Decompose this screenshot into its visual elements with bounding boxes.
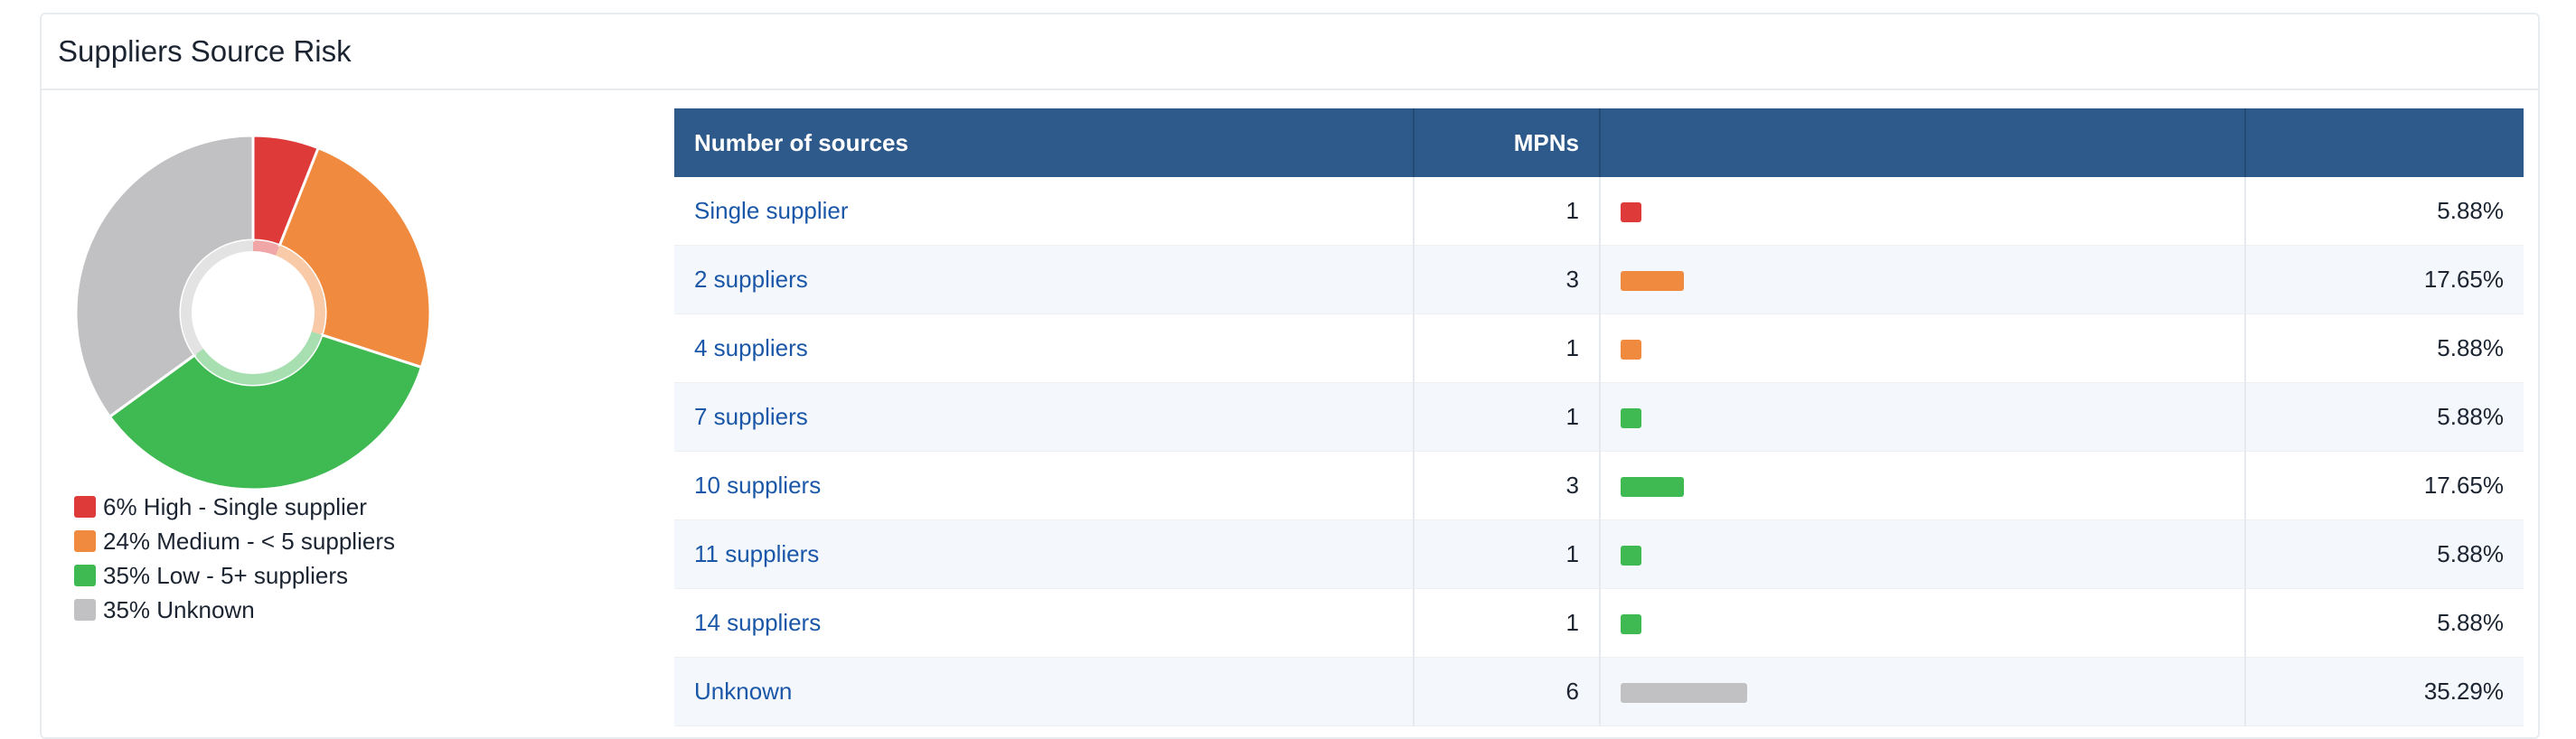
table-row: 7 suppliers 1 5.88% (674, 382, 2524, 452)
share-bar (1621, 202, 1641, 223)
percent-cell: 5.88% (2245, 588, 2524, 658)
source-count-cell: 10 suppliers (674, 451, 1415, 520)
percent-cell: 5.88% (2245, 382, 2524, 452)
source-count-cell: 14 suppliers (674, 588, 1415, 658)
bar-cell (1600, 519, 2246, 589)
source-count-cell: Unknown (674, 657, 1415, 726)
mpns-cell: 6 (1414, 657, 1601, 726)
share-bar (1621, 546, 1641, 566)
legend-label: 35% Unknown (103, 595, 255, 623)
donut-chart-area: 6% High - Single supplier 24% Medium - < … (42, 90, 674, 723)
mpns-cell: 1 (1414, 313, 1601, 383)
share-bar (1621, 340, 1641, 360)
mpns-cell: 1 (1414, 588, 1601, 658)
legend-item[interactable]: 35% Low - 5+ suppliers (74, 558, 395, 593)
source-count-cell: Single supplier (674, 177, 1415, 246)
source-count-cell: 11 suppliers (674, 519, 1415, 589)
legend-label: 24% Medium - < 5 suppliers (103, 527, 395, 555)
legend-label: 35% Low - 5+ suppliers (103, 561, 348, 589)
bar-cell (1600, 588, 2246, 658)
table-row: 11 suppliers 1 5.88% (674, 519, 2524, 589)
percent-cell: 17.65% (2245, 245, 2524, 314)
percent-cell: 35.29% (2245, 657, 2524, 726)
mpns-cell: 1 (1414, 177, 1601, 246)
source-count-link[interactable]: 11 suppliers (694, 540, 819, 567)
legend-item[interactable]: 35% Unknown (74, 593, 395, 627)
bar-cell (1600, 245, 2246, 314)
legend-item[interactable]: 6% High - Single supplier (74, 490, 395, 524)
share-bar (1621, 271, 1684, 292)
sources-table: Number of sources MPNs Single supplier 1 5… (674, 108, 2524, 726)
legend-swatch (74, 496, 96, 518)
share-bar (1621, 408, 1641, 429)
legend-swatch (74, 565, 96, 586)
mpns-cell: 1 (1414, 382, 1601, 452)
source-count-link[interactable]: 2 suppliers (694, 266, 808, 293)
source-count-link[interactable]: Single supplier (694, 197, 849, 224)
source-count-cell: 4 suppliers (674, 313, 1415, 383)
source-count-cell: 2 suppliers (674, 245, 1415, 314)
column-header-bar (1600, 108, 2246, 177)
percent-cell: 5.88% (2245, 519, 2524, 589)
bar-cell (1600, 382, 2246, 452)
mpns-cell: 1 (1414, 519, 1601, 589)
legend-item[interactable]: 24% Medium - < 5 suppliers (74, 524, 395, 558)
panel-header: Suppliers Source Risk (42, 14, 2538, 90)
suppliers-source-risk-panel: Suppliers Source Risk 6% High - Single s… (40, 13, 2540, 739)
legend-label: 6% High - Single supplier (103, 492, 367, 520)
table-header-row: Number of sources MPNs (674, 108, 2524, 177)
table-row: Single supplier 1 5.88% (674, 177, 2524, 246)
source-count-cell: 7 suppliers (674, 382, 1415, 452)
share-bar (1621, 683, 1747, 704)
percent-cell: 5.88% (2245, 313, 2524, 383)
share-bar (1621, 614, 1641, 635)
bar-cell (1600, 451, 2246, 520)
column-header-mpns[interactable]: MPNs (1414, 108, 1601, 177)
table-row: 14 suppliers 1 5.88% (674, 588, 2524, 658)
mpns-cell: 3 (1414, 451, 1601, 520)
legend-swatch (74, 530, 96, 552)
share-bar (1621, 477, 1684, 498)
source-count-link[interactable]: 4 suppliers (694, 334, 808, 361)
percent-cell: 5.88% (2245, 177, 2524, 246)
table-row: 2 suppliers 3 17.65% (674, 245, 2524, 314)
source-count-link[interactable]: 7 suppliers (694, 403, 808, 430)
mpns-cell: 3 (1414, 245, 1601, 314)
column-header-percent (2245, 108, 2524, 177)
source-count-link[interactable]: 14 suppliers (694, 609, 821, 636)
table-row: 10 suppliers 3 17.65% (674, 451, 2524, 520)
bar-cell (1600, 177, 2246, 246)
source-count-link[interactable]: Unknown (694, 678, 792, 705)
legend-swatch (74, 599, 96, 621)
table-row: Unknown 6 35.29% (674, 657, 2524, 726)
column-header-sources[interactable]: Number of sources (674, 108, 1415, 177)
bar-cell (1600, 313, 2246, 383)
chart-legend: 6% High - Single supplier 24% Medium - < … (74, 490, 395, 627)
bar-cell (1600, 657, 2246, 726)
panel-title: Suppliers Source Risk (58, 34, 352, 68)
table-row: 4 suppliers 1 5.88% (674, 313, 2524, 383)
source-count-link[interactable]: 10 suppliers (694, 472, 821, 499)
percent-cell: 17.65% (2245, 451, 2524, 520)
donut-chart (74, 134, 432, 491)
